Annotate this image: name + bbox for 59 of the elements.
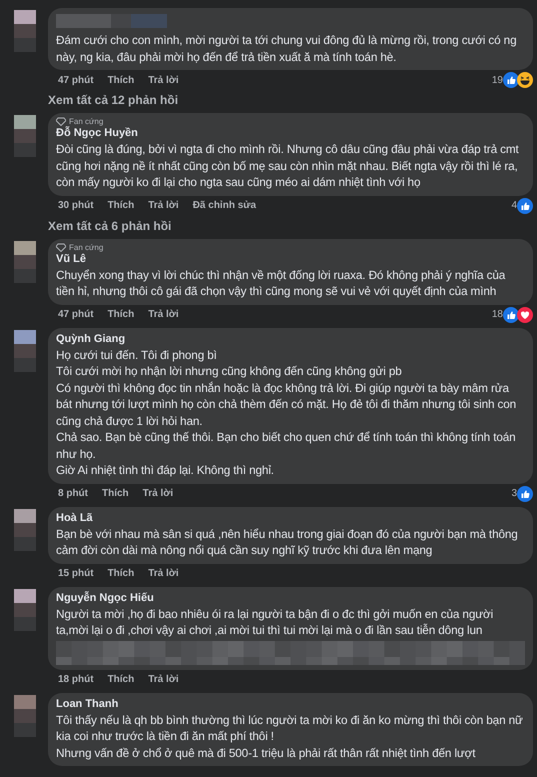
like-link[interactable]: Thích (108, 200, 134, 211)
reaction-count: 18 (492, 309, 503, 320)
comment-text: Họ cưới tui đến. Tôi đi phong bì (56, 346, 218, 363)
comment-time: 18 phút (58, 674, 94, 685)
comment-text: Người ta mời ,họ đi bao nhiêu ói ra lại người ta bận đi o đc thì gởi muốn en của người ta,mời lại o đi ,chơi vậy ai chơi ,ai mời tui thì tui mời lại mà o đi lần sau tiễn dông lun (56, 606, 494, 638)
like-link[interactable]: Thích (108, 309, 134, 320)
reaction-count: 19 (492, 74, 503, 86)
comment-text: Bạn bè với nhau mà sân si quá ,nên hiểu nhau trong giai đoạn đó của người bạn mà thông cảm đời còn dài mà nông nổi quá cần suy nghĩ kỹ trước khi đưa lên mạng (56, 526, 519, 558)
commenter-name[interactable]: Đỗ Ngọc Huyền (56, 126, 525, 141)
diamond-icon (56, 242, 66, 252)
like-link[interactable]: Thích (108, 74, 134, 86)
comment-time: 15 phút (58, 568, 94, 579)
fan-label: Fan cứng (69, 242, 104, 252)
reply-link[interactable]: Trả lời (148, 200, 179, 211)
avatar[interactable] (14, 240, 36, 282)
view-replies-link[interactable]: Xem tất cả 12 phản hồi (48, 93, 533, 107)
commenter-name[interactable]: Vũ Lê (56, 252, 525, 266)
comment-text: Tôi cưới mời họ nhận lời nhưng cũng không đến cũng không gửi pb (56, 363, 403, 380)
reply-link[interactable]: Trả lời (148, 674, 179, 685)
commenter-name[interactable]: Nguyễn Ngọc Hiếu (56, 590, 525, 606)
diamond-icon (56, 117, 66, 126)
reply-link[interactable]: Trả lời (148, 309, 179, 320)
comment-text: Chuyển xong thay vì lời chúc thì nhận về một đống lời ruaxa. Đó không phải ý nghĩa của tiền hỉ, nhưng thôi cô gái đã chọn vậy thì cũng mong sẽ vui vẻ với quyết định của mình (56, 266, 506, 300)
comment-time: 47 phút (58, 309, 94, 320)
comment-text: Giờ Ai nhiệt tình thì đáp lại. Không thì nghỉ. (56, 462, 275, 478)
avatar[interactable] (14, 694, 36, 736)
thumbs-up-icon[interactable] (517, 198, 533, 214)
avatar[interactable] (14, 330, 36, 372)
like-link[interactable]: Thích (108, 674, 134, 685)
like-link[interactable]: Thích (102, 488, 129, 499)
comment-time: 47 phút (58, 74, 94, 86)
avatar[interactable] (14, 115, 36, 157)
comment-text: Tôi thấy nếu là qh bb bình thường thì lúc người ta mời ko đi ăn ko mừng thì thôi còn bạn nữ kia coi như trước là tiền đi ăn mất phí thôi ! (56, 712, 524, 744)
comment-time: 8 phút (58, 488, 88, 499)
commenter-name[interactable]: Hoà Lã (56, 510, 525, 526)
comment-text: Đám cưới cho con mình, mời người ta tới chung vui đông đủ là mừng rồi, trong cưới có ng này, ng kia, đâu phải mời họ đến để trả tiền xuất ă mà tính toán hè. (56, 32, 518, 65)
thumbs-up-icon[interactable] (503, 72, 519, 88)
view-replies-link[interactable]: Xem tất cả 6 phản hồi (48, 218, 533, 232)
laughing-emoji-icon[interactable] (517, 72, 533, 88)
fan-label: Fan cứng (69, 117, 104, 126)
reply-link[interactable]: Trả lời (148, 74, 179, 86)
reaction-count: 4 (511, 200, 517, 211)
avatar[interactable] (14, 588, 36, 630)
like-link[interactable]: Thích (108, 568, 134, 579)
comment-text: Nhưng vấn đề ở chổ ở quê mà đi 500-1 triệu là phải rất thân rất nhiệt tình đến lượt (56, 744, 476, 761)
edited-label: Đã chỉnh sửa (192, 200, 256, 211)
reply-link[interactable]: Trả lời (142, 488, 174, 499)
commenter-name[interactable]: Quỳnh Giang (56, 332, 525, 346)
avatar[interactable] (14, 10, 36, 52)
commenter-name[interactable]: Loan Thanh (56, 696, 525, 712)
reaction-count: 3 (511, 488, 517, 499)
comment-time: 30 phút (58, 200, 94, 211)
thumbs-up-icon[interactable] (503, 306, 519, 322)
comment-text: Chả sao. Bạn bè cũng thế thôi. Bạn cho biết cho quen chứ để tính toán thì không tính toán như họ. (56, 429, 517, 462)
comment-text: Có người thì không đọc tin nhắn hoặc là đọc không trả lời. Đi giúp người ta bày mâm rửa bát nhưng tới lượt mình họ còn chả thèm đến có mặt. Họ đẻ tôi đi thăm nhưng tôi sinh con cũng chả được 1 lời hỏi han. (56, 380, 518, 429)
comment-text: Đòi cũng là đúng, bởi vì ngta đi cho mình rồi. Nhưng cô dâu cũng đâu phải vừa đáp trả cmt cũng hơi nặng nề ít nhất cũng còn bố mẹ sau còn nhìn mặt nhau. Biết ngta vậy rồi thì lé ra, còn mấy người ko đi lại cho ngta sau cũng méo ai dám nhiệt tình với họ (56, 141, 520, 190)
avatar[interactable] (14, 508, 36, 550)
reply-link[interactable]: Trả lời (148, 568, 179, 579)
thumbs-up-icon[interactable] (517, 486, 533, 502)
